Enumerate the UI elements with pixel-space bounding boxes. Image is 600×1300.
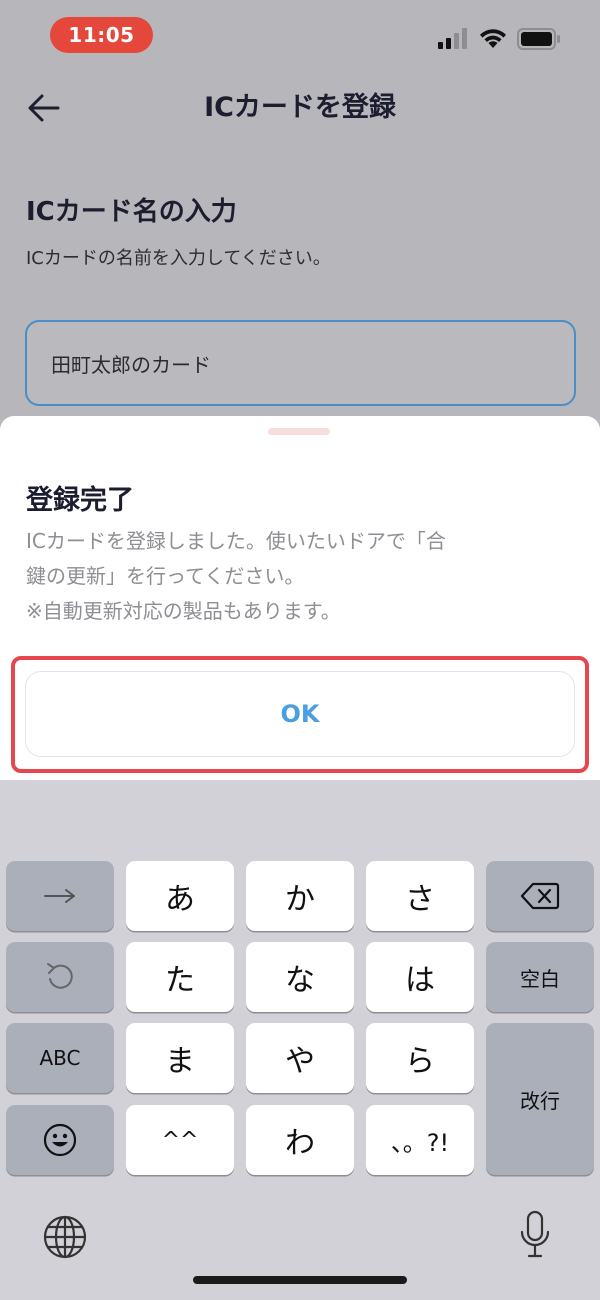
key-ma[interactable]: ま bbox=[126, 1023, 234, 1093]
background-screen: 11:05 ICカードを登録 ICカード名の入力 ICカードの名前を入力してくだ… bbox=[0, 0, 600, 420]
key-arrow-right[interactable] bbox=[6, 861, 114, 931]
key-wa[interactable]: わ bbox=[246, 1105, 354, 1175]
card-name-input[interactable] bbox=[25, 320, 576, 406]
navigation-bar: ICカードを登録 bbox=[0, 78, 600, 138]
globe-icon[interactable] bbox=[42, 1214, 88, 1260]
sheet-grabber[interactable] bbox=[268, 428, 330, 435]
ok-button[interactable]: OK bbox=[25, 671, 575, 757]
key-space[interactable]: 空白 bbox=[486, 942, 594, 1012]
key-abc[interactable]: ABC bbox=[6, 1023, 114, 1093]
battery-icon bbox=[517, 28, 560, 50]
key-ra[interactable]: ら bbox=[366, 1023, 474, 1093]
status-bar: 11:05 bbox=[0, 0, 600, 70]
registration-complete-sheet: 登録完了 ICカードを登録しました。使いたいドアで「合 鍵の更新」を行ってくださ… bbox=[0, 416, 600, 796]
sheet-message-line: ICカードを登録しました。使いたいドアで「合 bbox=[26, 529, 446, 553]
mic-icon[interactable] bbox=[518, 1210, 552, 1260]
cellular-signal-icon bbox=[438, 28, 467, 49]
emoji-icon bbox=[43, 1123, 77, 1157]
key-delete[interactable] bbox=[486, 861, 594, 931]
key-ta[interactable]: た bbox=[126, 942, 234, 1012]
key-emoji[interactable] bbox=[6, 1105, 114, 1175]
key-punctuation[interactable]: 、。?! bbox=[366, 1105, 474, 1175]
sheet-message-line: ※自動更新対応の製品もあります。 bbox=[26, 599, 341, 623]
key-a[interactable]: あ bbox=[126, 861, 234, 931]
arrow-right-icon bbox=[44, 889, 75, 903]
sheet-title: 登録完了 bbox=[26, 485, 134, 516]
key-return[interactable]: 改行 bbox=[486, 1023, 594, 1175]
key-ya[interactable]: や bbox=[246, 1023, 354, 1093]
key-sa[interactable]: さ bbox=[366, 861, 474, 931]
key-na[interactable]: な bbox=[246, 942, 354, 1012]
sheet-message-line: 鍵の更新」を行ってください。 bbox=[26, 564, 305, 588]
status-time: 11:05 bbox=[50, 17, 153, 53]
wifi-icon bbox=[480, 29, 506, 48]
delete-icon bbox=[520, 882, 560, 910]
back-arrow-icon[interactable] bbox=[24, 90, 64, 126]
key-undo[interactable] bbox=[6, 942, 114, 1012]
section-description: ICカードの名前を入力してください。 bbox=[26, 248, 331, 269]
section-title: ICカード名の入力 bbox=[26, 197, 237, 227]
key-kaomoji[interactable]: ^^ bbox=[126, 1105, 234, 1175]
key-ha[interactable]: は bbox=[366, 942, 474, 1012]
sheet-message: ICカードを登録しました。使いたいドアで「合 鍵の更新」を行ってください。 ※自… bbox=[26, 524, 581, 629]
key-ka[interactable]: か bbox=[246, 861, 354, 931]
page-title: ICカードを登録 bbox=[204, 92, 396, 123]
undo-icon bbox=[47, 963, 73, 989]
home-indicator[interactable] bbox=[193, 1276, 407, 1284]
